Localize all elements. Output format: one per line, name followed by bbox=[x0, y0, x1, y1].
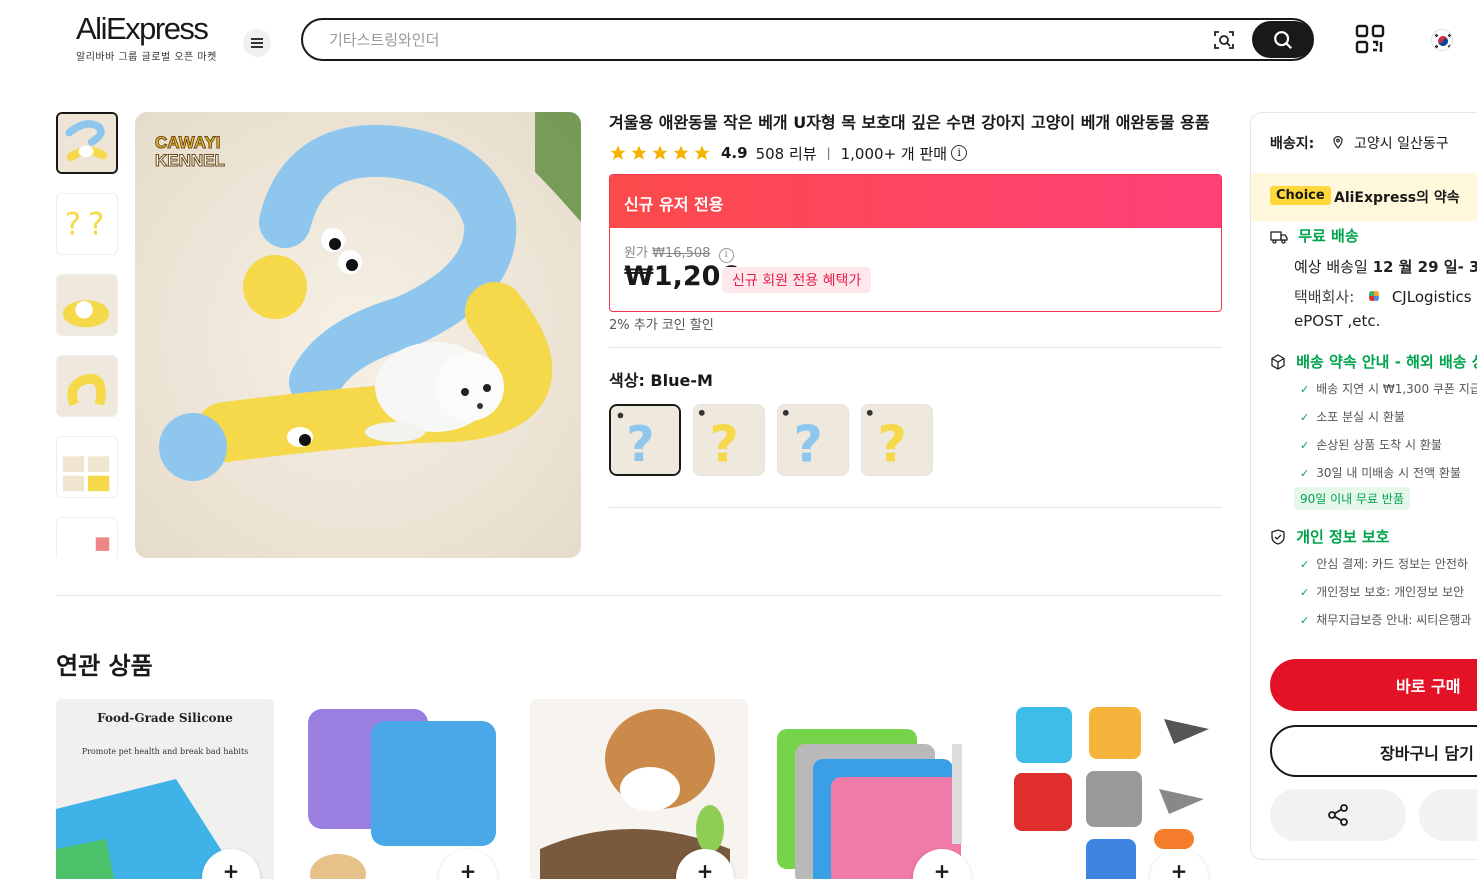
share-icon bbox=[1328, 804, 1348, 826]
related-products-title: 연관 상품 bbox=[56, 652, 153, 680]
swatch-yellow-m[interactable]: ? bbox=[693, 404, 765, 476]
free-return-badge: 90일 이내 무료 반품 bbox=[1294, 487, 1410, 510]
menu-button[interactable] bbox=[243, 29, 271, 57]
main-product-image[interactable]: CAWAYI KENNEL bbox=[135, 112, 581, 558]
search-bar bbox=[301, 18, 1314, 61]
original-price: ₩16,508 bbox=[652, 246, 711, 261]
free-shipping-heading[interactable]: 무료 배송 bbox=[1270, 225, 1359, 246]
product-title: 겨울용 애완동물 작은 베개 U자형 목 보호대 깊은 수면 강아지 고양이 베… bbox=[609, 113, 1210, 132]
search-button[interactable] bbox=[1252, 21, 1313, 58]
truck-icon bbox=[1270, 231, 1288, 244]
star-icon bbox=[610, 145, 626, 160]
svg-text:?: ? bbox=[794, 414, 823, 473]
share-button[interactable] bbox=[1270, 789, 1406, 841]
privacy-heading[interactable]: 개인 정보 보호 bbox=[1270, 526, 1389, 547]
privacy-item: 안심 결제: 카드 정보는 안전하 bbox=[1300, 555, 1468, 572]
ship-to-row[interactable]: 배송지: 고양시 일산동구 bbox=[1270, 133, 1449, 153]
related-products-list: Food-Grade Silicone Promote pet health a… bbox=[56, 699, 1222, 879]
aliexpress-logo[interactable]: AliExpress 알리바바 그룹 글로벌 오픈 마켓 bbox=[76, 12, 226, 64]
info-icon[interactable]: i bbox=[951, 145, 968, 161]
star-icon bbox=[652, 145, 668, 160]
promise-item: 손상된 상품 도착 시 환불 bbox=[1300, 436, 1442, 453]
svg-text:?: ? bbox=[710, 414, 739, 473]
coin-discount: 2% 추가 코인 할인 bbox=[609, 318, 714, 333]
new-member-badge: 신규 회원 전용 혜택가 bbox=[722, 267, 872, 293]
thumbnail-strip: ?? bbox=[56, 112, 122, 558]
location-pin-icon bbox=[1333, 136, 1343, 149]
related-product-card[interactable]: + bbox=[767, 699, 985, 879]
svg-text:?: ? bbox=[878, 414, 907, 473]
star-rating[interactable] bbox=[609, 144, 711, 162]
review-count-link[interactable]: 508 리뷰 bbox=[756, 143, 817, 164]
korea-flag-icon[interactable] bbox=[1431, 29, 1453, 51]
svg-text:?: ? bbox=[626, 415, 655, 473]
courier-more: ePOST ,etc. bbox=[1294, 312, 1381, 330]
color-swatches: ? ? ? ? bbox=[609, 404, 933, 476]
swatch-yellow-l[interactable]: ? bbox=[861, 404, 933, 476]
purchase-panel: 배송지: 고양시 일산동구 Choice AliExpress의 약속 무료 배… bbox=[1250, 112, 1477, 860]
rating-row: 4.9 508 리뷰 | 1,000+ 개 판매 i bbox=[609, 142, 968, 164]
rating-value: 4.9 bbox=[721, 144, 748, 162]
courier-row: 택배회사: CJLogistics bbox=[1294, 288, 1472, 306]
svg-text:?: ? bbox=[65, 207, 81, 243]
svg-text:?: ? bbox=[88, 207, 104, 243]
product-photo bbox=[135, 112, 581, 558]
logo-subtitle: 알리바바 그룹 글로벌 오픈 마켓 bbox=[76, 52, 217, 63]
promo-header: 신규 유저 전용 bbox=[610, 175, 1221, 228]
delivery-promise-heading[interactable]: 배송 약속 안내 - 해외 배송 상 bbox=[1270, 351, 1477, 372]
promise-item: 배송 지연 시 ₩1,300 쿠폰 지급 bbox=[1300, 380, 1477, 397]
swatch-blue-l[interactable]: ? bbox=[777, 404, 849, 476]
search-input[interactable] bbox=[329, 29, 1189, 51]
star-icon bbox=[631, 145, 647, 160]
box-icon bbox=[1271, 354, 1285, 370]
privacy-item: 채무지급보증 안내: 씨티은행과 bbox=[1300, 611, 1471, 628]
privacy-item: 개인정보 보호: 개인정보 보안 bbox=[1300, 583, 1464, 600]
swatch-blue-m[interactable]: ? bbox=[609, 404, 681, 476]
promise-item: 30일 내 미배송 시 전액 환불 bbox=[1300, 464, 1461, 481]
divider bbox=[56, 595, 1222, 596]
separator: | bbox=[826, 146, 831, 160]
shield-icon bbox=[1271, 529, 1285, 545]
choice-title: AliExpress의 약속 bbox=[1334, 190, 1460, 206]
ship-to-address: 고양시 일산동구 bbox=[1354, 136, 1449, 152]
search-icon bbox=[1273, 30, 1292, 49]
add-to-cart-button[interactable]: 장바구니 담기 bbox=[1270, 725, 1477, 777]
star-icon bbox=[673, 145, 689, 160]
header: AliExpress 알리바바 그룹 글로벌 오픈 마켓 bbox=[0, 0, 1477, 80]
wishlist-button[interactable] bbox=[1419, 789, 1477, 841]
thumbnail-1[interactable] bbox=[56, 112, 118, 174]
color-label: 색상: Blue-M bbox=[609, 371, 713, 390]
thumbnail-5[interactable] bbox=[56, 436, 118, 498]
delivery-estimate: 예상 배송일 12 월 29 일- 3 bbox=[1294, 258, 1477, 276]
related-product-card[interactable]: + bbox=[293, 699, 511, 879]
divider bbox=[609, 507, 1222, 508]
qr-code-icon[interactable] bbox=[1355, 24, 1385, 54]
thumbnail-6[interactable] bbox=[56, 517, 118, 558]
ship-to-label: 배송지: bbox=[1270, 136, 1315, 152]
promo-price-box: 신규 유저 전용 원가 ₩16,508 i ₩1,206 신규 회원 전용 혜택… bbox=[609, 174, 1222, 312]
thumbnail-2[interactable]: ?? bbox=[56, 193, 118, 255]
sold-count: 1,000+ 개 판매 bbox=[840, 144, 948, 163]
related-card-heading: Food-Grade Silicone bbox=[97, 711, 233, 725]
promise-item: 소포 분실 시 환불 bbox=[1300, 408, 1405, 425]
original-price-row: 원가 ₩16,508 i bbox=[624, 242, 734, 263]
related-product-card[interactable]: + bbox=[1004, 699, 1222, 879]
related-card-subtext: Promote pet health and break bad habits bbox=[81, 747, 249, 756]
courier-logo-icon bbox=[1369, 291, 1379, 301]
brand-watermark: CAWAYI KENNEL bbox=[155, 133, 226, 170]
thumbnail-3[interactable] bbox=[56, 274, 118, 336]
hamburger-icon bbox=[251, 42, 263, 44]
related-product-card[interactable]: + bbox=[530, 699, 748, 879]
buy-now-button[interactable]: 바로 구매 bbox=[1270, 659, 1477, 711]
star-icon bbox=[694, 145, 710, 160]
original-price-label: 원가 bbox=[624, 246, 648, 261]
related-product-card[interactable]: Food-Grade Silicone Promote pet health a… bbox=[56, 699, 274, 879]
thumbnail-4[interactable] bbox=[56, 355, 118, 417]
image-search-icon[interactable] bbox=[1212, 28, 1236, 52]
choice-badge: Choice bbox=[1270, 186, 1331, 205]
divider bbox=[609, 347, 1222, 348]
